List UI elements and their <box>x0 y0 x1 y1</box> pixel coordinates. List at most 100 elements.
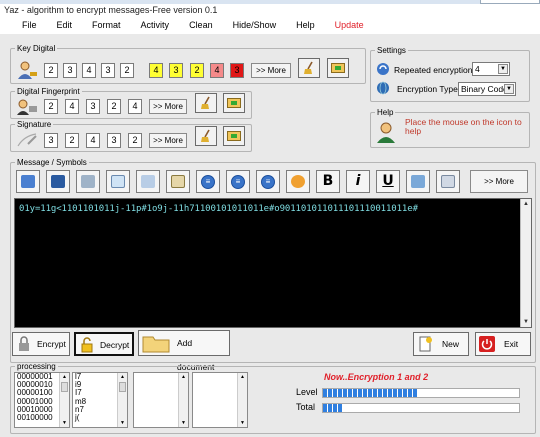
fingerprint-more-button[interactable]: >> More <box>149 99 187 114</box>
key-digit-8[interactable]: 2 <box>190 63 204 78</box>
message-editor[interactable]: 01y=11g<1101101011j-11p#1o9j-11h71100101… <box>14 198 532 328</box>
scroll-down-icon[interactable]: ▼ <box>60 419 69 427</box>
new-label: New <box>442 339 460 349</box>
paste-icon <box>171 175 185 188</box>
encryption-type-label: Encryption Type <box>397 84 458 94</box>
signature-clean-button[interactable] <box>195 126 217 146</box>
align-center-button[interactable]: ≡ <box>226 170 250 193</box>
check-button[interactable] <box>16 170 40 193</box>
list-scrollbar[interactable]: ▲ ▼ <box>178 373 188 427</box>
empty-list-1[interactable]: ▲ ▼ <box>133 372 189 428</box>
scroll-thumb[interactable] <box>119 382 126 392</box>
signature-digit-2[interactable]: 2 <box>65 133 79 148</box>
key-digit-4[interactable]: 3 <box>101 63 115 78</box>
help-person-icon[interactable] <box>374 120 398 144</box>
key-digit-5[interactable]: 2 <box>120 63 134 78</box>
scroll-up-icon[interactable]: ▲ <box>238 373 247 381</box>
signature-digit-4[interactable]: 3 <box>107 133 121 148</box>
empty-list-2[interactable]: ▲ ▼ <box>192 372 248 428</box>
scroll-up-icon[interactable]: ▲ <box>521 199 531 209</box>
scroll-thumb[interactable] <box>61 382 68 392</box>
key-display-button[interactable] <box>327 58 349 78</box>
add-document-button[interactable]: Add document <box>138 330 230 372</box>
list-scrollbar[interactable]: ▲ ▼ <box>237 373 247 427</box>
align-left-button[interactable]: ≡ <box>196 170 220 193</box>
menu-activity[interactable]: Activity <box>141 20 170 30</box>
align-right-button[interactable]: ≡ <box>256 170 280 193</box>
scroll-down-icon[interactable]: ▼ <box>118 419 127 427</box>
repeated-encryption-select[interactable]: 4 ▼ <box>472 62 510 76</box>
print-button[interactable] <box>76 170 100 193</box>
menu-edit[interactable]: Edit <box>57 20 73 30</box>
underline-button[interactable]: U <box>376 170 400 193</box>
fingerprint-digit-4[interactable]: 2 <box>107 99 121 114</box>
fingerprint-digit-3[interactable]: 3 <box>86 99 100 114</box>
key-more-button[interactable]: >> More <box>251 63 291 78</box>
new-button[interactable]: New <box>413 332 469 356</box>
color-button[interactable] <box>286 170 310 193</box>
encrypt-button[interactable]: Encrypt <box>12 332 70 356</box>
paste-button[interactable] <box>166 170 190 193</box>
menu-file[interactable]: File <box>22 20 37 30</box>
encryption-type-select[interactable]: Binary Code ▼ <box>458 82 516 96</box>
scroll-down-icon[interactable]: ▼ <box>521 317 531 327</box>
signature-more-button[interactable]: >> More <box>149 133 187 148</box>
key-digit-9[interactable]: 4 <box>210 63 224 78</box>
key-digit-1[interactable]: 2 <box>44 63 58 78</box>
fingerprint-digit-2[interactable]: 4 <box>65 99 79 114</box>
document-button[interactable] <box>436 170 460 193</box>
user-key-icon[interactable] <box>16 60 38 80</box>
encrypt-label: Encrypt <box>37 339 66 349</box>
key-clean-button[interactable] <box>298 58 320 78</box>
signature-display-button[interactable] <box>223 126 245 146</box>
scroll-up-icon[interactable]: ▲ <box>60 373 69 381</box>
menu-hide-show[interactable]: Hide/Show <box>233 20 277 30</box>
list-scrollbar[interactable]: ▲ ▼ <box>117 373 127 427</box>
save-button[interactable] <box>46 170 70 193</box>
key-digit-6[interactable]: 4 <box>149 63 163 78</box>
editor-scrollbar[interactable]: ▲ ▼ <box>520 199 531 327</box>
binary-list[interactable]: 00000001 00000010 00000100 00001000 0001… <box>14 372 70 428</box>
cut-button[interactable] <box>136 170 160 193</box>
cut-icon <box>141 175 155 188</box>
signature-digit-1[interactable]: 3 <box>44 133 58 148</box>
chevron-down-icon: ▼ <box>504 84 514 94</box>
scroll-down-icon[interactable]: ▼ <box>179 419 188 427</box>
message-legend: Message / Symbols <box>17 158 87 167</box>
fingerprint-clean-button[interactable] <box>195 93 217 113</box>
signature-digit-5[interactable]: 2 <box>128 133 142 148</box>
exit-button[interactable]: Exit <box>475 332 531 356</box>
menu-format[interactable]: Format <box>92 20 121 30</box>
decrypt-button[interactable]: Decrypt <box>74 332 134 356</box>
broom-icon <box>201 96 210 109</box>
key-digit-2[interactable]: 3 <box>63 63 77 78</box>
fingerprint-icon[interactable] <box>16 98 38 116</box>
message-more-button[interactable]: >> More <box>470 170 528 193</box>
message-content[interactable]: 01y=11g<1101101011j-11p#1o9j-11h71100101… <box>19 204 418 214</box>
fingerprint-digit-1[interactable]: 2 <box>44 99 58 114</box>
scroll-up-icon[interactable]: ▲ <box>118 373 127 381</box>
total-progress-fill <box>323 404 343 412</box>
key-digit-3[interactable]: 4 <box>82 63 96 78</box>
align-center-icon: ≡ <box>231 175 245 189</box>
signature-digit-3[interactable]: 4 <box>86 133 100 148</box>
save-icon <box>51 175 65 188</box>
menu-update[interactable]: Update <box>335 20 364 30</box>
fingerprint-digit-5[interactable]: 4 <box>128 99 142 114</box>
menu-clean[interactable]: Clean <box>189 20 213 30</box>
copy-button[interactable] <box>106 170 130 193</box>
image-button[interactable] <box>406 170 430 193</box>
list-scrollbar[interactable]: ▲ ▼ <box>59 373 69 427</box>
signature-pen-icon[interactable] <box>16 132 38 148</box>
bold-button[interactable]: B <box>316 170 340 193</box>
menu-help[interactable]: Help <box>296 20 315 30</box>
fingerprint-display-button[interactable] <box>223 93 245 113</box>
italic-button[interactable]: i <box>346 170 370 193</box>
globe-icon <box>377 81 389 95</box>
key-digit-7[interactable]: 3 <box>169 63 183 78</box>
key-digit-10[interactable]: 3 <box>230 63 244 78</box>
scroll-down-icon[interactable]: ▼ <box>238 419 247 427</box>
scroll-up-icon[interactable]: ▲ <box>179 373 188 381</box>
settings-legend: Settings <box>377 46 406 55</box>
symbol-list[interactable]: l7 i9 I7 m8 n7 j( ▲ ▼ <box>72 372 128 428</box>
